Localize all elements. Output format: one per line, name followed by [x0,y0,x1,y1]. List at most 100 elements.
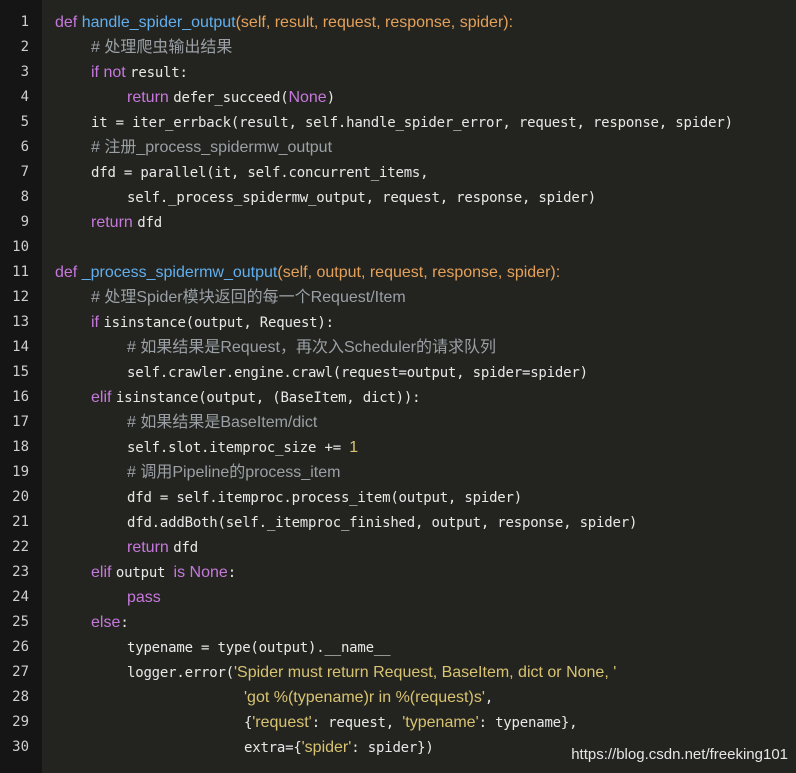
line-number: 17 [12,414,29,430]
code-text: # 处理爬虫输出结果 [91,35,232,60]
code-line: 29 {'request': request, 'typename': typen… [0,710,796,735]
line-number: 21 [12,514,29,530]
code-token-keyword: elif [91,389,116,406]
code-text: # 注册_process_spidermw_output [91,135,332,160]
code-token-keyword: pass [127,589,161,606]
code-text: # 处理Spider模块返回的每一个Request/Item [91,285,406,310]
code-token-keyword: def [55,14,82,31]
code-line: 27 logger.error('Spider must return Reque… [0,660,796,685]
code-line: 1 def handle_spider_output(self, result, … [0,10,796,35]
code-token-comment: # 处理爬虫输出结果 [91,39,233,56]
code-text: return defer_succeed(None) [127,85,335,111]
code-text: dfd = parallel(it, self.concurrent_items… [91,160,429,186]
line-number: 27 [12,664,29,680]
line-number: 5 [20,114,29,130]
code-token-string: 'got %(typename)r in %(request)s' [244,689,485,706]
code-token-comment: # 处理Spider模块返回的每一个Request/Item [91,289,406,306]
line-number: 8 [20,189,29,205]
code-text: elif output is None: [91,560,236,586]
code-text: dfd = self.itemproc.process_item(output,… [127,485,522,511]
code-token-plain: dfd [137,215,162,231]
code-token-keyword: if [91,64,104,81]
code-token-plain: : request, [311,715,403,731]
code-line: 28 'got %(typename)r in %(request)s', [0,685,796,710]
code-token-keyword: not [103,64,131,81]
code-token-keyword: if [91,314,104,331]
code-line: 6 # 注册_process_spidermw_output [0,135,796,160]
code-token-string: 'Spider must return Request, BaseItem, d… [233,664,617,681]
code-text: def _process_spidermw_output(self, outpu… [55,260,560,285]
line-number: 23 [12,564,29,580]
code-text: self._process_spidermw_output, request, … [127,185,596,211]
code-token-keyword: elif [91,564,116,581]
watermark-text: https://blog.csdn.net/freeking101 [571,746,788,763]
line-number: 20 [12,489,29,505]
line-number: 18 [12,439,29,455]
code-line: 23 elif output is None: [0,560,796,585]
code-text: pass [127,585,161,610]
code-line: 19 # 调用Pipeline的process_item [0,460,796,485]
code-line: 15 self.crawler.engine.crawl(request=outp… [0,360,796,385]
code-token-comment: # 注册_process_spidermw_output [91,139,333,156]
code-token-keyword: def [55,264,82,281]
code-line: 16 elif isinstance(output, (BaseItem, dic… [0,385,796,410]
code-text: elif isinstance(output, (BaseItem, dict)… [91,385,421,411]
code-text: if not result: [91,60,188,86]
line-number: 24 [12,589,29,605]
code-editor[interactable]: 1 def handle_spider_output(self, result, … [0,0,796,773]
line-number: 22 [12,539,29,555]
code-line: 13 if isinstance(output, Request): [0,310,796,335]
code-token-plain: , [484,690,494,706]
code-text: dfd.addBoth(self._itemproc_finished, out… [127,510,637,536]
code-token-plain: extra={ [244,740,302,756]
code-token-param: (self, output, request, response, spider… [277,264,561,281]
code-text: return dfd [91,210,162,236]
code-token-plain: { [244,715,253,731]
code-token-comment: # 如果结果是Request，再次入Scheduler的请求队列 [127,339,496,356]
code-line: 20 dfd = self.itemproc.process_item(outpu… [0,485,796,510]
line-number: 29 [12,714,29,730]
code-text: typename = type(output).__name__ [127,635,391,661]
line-number: 15 [12,364,29,380]
code-line: 25 else: [0,610,796,635]
code-text: self.crawler.engine.crawl(request=output… [127,360,588,386]
code-text: 'got %(typename)r in %(request)s', [244,685,493,711]
code-text: extra={'spider': spider}) [244,735,434,761]
code-text: def handle_spider_output(self, result, r… [55,10,513,35]
code-token-function-name: _process_spidermw_output [81,264,278,281]
code-line: 10 [0,235,796,260]
code-token-plain: : typename}, [478,715,578,731]
line-number: 26 [12,639,29,655]
code-token-function-name: handle_spider_output [81,14,236,31]
code-line: 18 self.slot.itemproc_size += 1 [0,435,796,460]
line-number: 25 [12,614,29,630]
code-token-plain: isinstance(output, (BaseItem, dict)): [115,390,421,406]
line-number: 9 [20,214,29,230]
line-number: 1 [20,14,29,30]
line-number: 11 [12,264,29,280]
line-number: 16 [12,389,29,405]
code-text: return dfd [127,535,198,561]
code-line: 4 return defer_succeed(None) [0,85,796,110]
line-number: 30 [12,739,29,755]
code-token-plain: : [120,615,129,631]
code-line: 26 typename = type(output).__name__ [0,635,796,660]
code-token-keyword: else [91,614,121,631]
code-line: 5 it = iter_errback(result, self.handle_s… [0,110,796,135]
code-token-plain: dfd.addBoth(self._itemproc_finished, out… [127,515,638,531]
code-token-string: 'spider' [301,739,352,756]
code-token-keyword: return [91,214,138,231]
line-number: 19 [12,464,29,480]
code-token-comment: # 调用Pipeline的process_item [127,464,341,481]
code-token-plain: result: [130,65,188,81]
code-token-plain: dfd = self.itemproc.process_item(output,… [127,490,522,506]
code-text: self.slot.itemproc_size += 1 [127,435,358,461]
code-line: 8 self._process_spidermw_output, request,… [0,185,796,210]
code-text: else: [91,610,129,636]
code-line: 21 dfd.addBoth(self._itemproc_finished, o… [0,510,796,535]
line-number: 3 [20,64,29,80]
code-text: it = iter_errback(result, self.handle_sp… [91,110,733,136]
code-token-plain: self._process_spidermw_output, request, … [127,190,597,206]
code-text: if isinstance(output, Request): [91,310,334,336]
code-token-string: 'typename' [402,714,479,731]
